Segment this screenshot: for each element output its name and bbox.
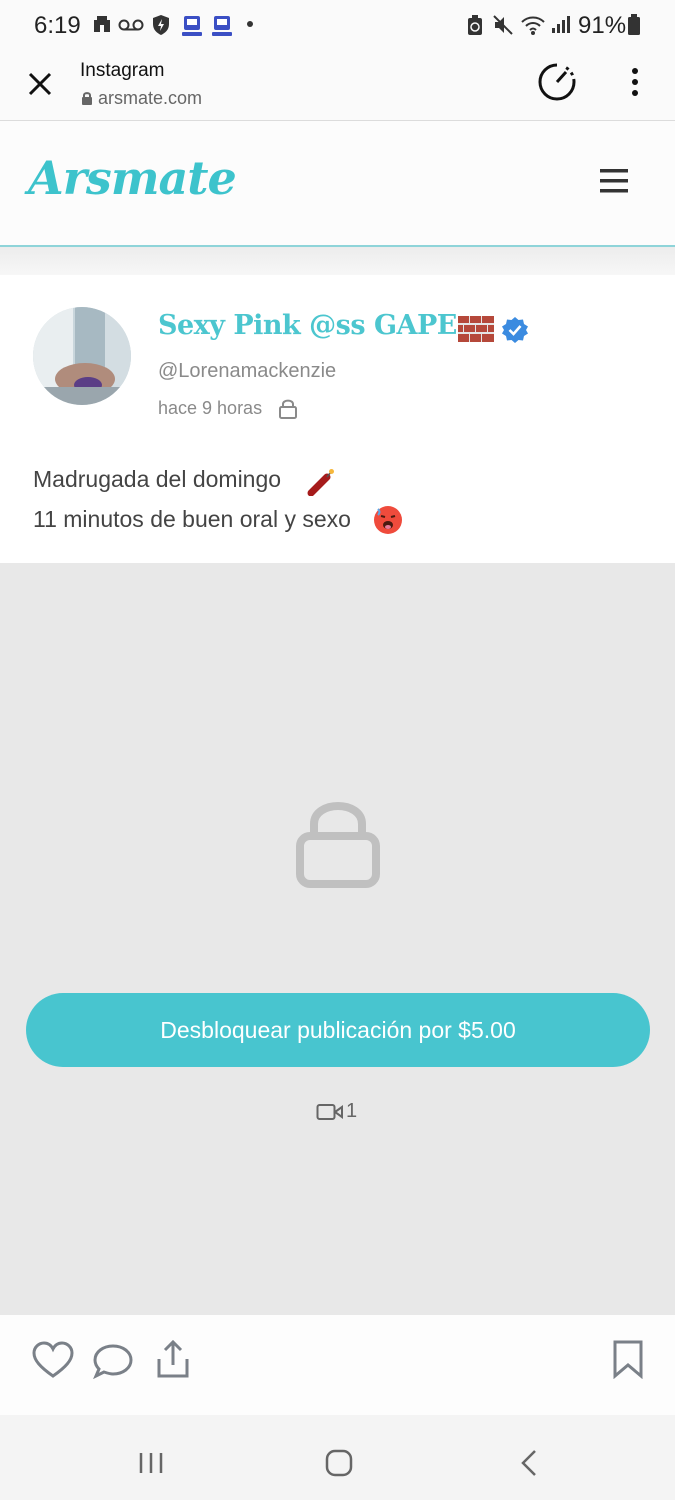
app-notification-icon <box>94 16 110 32</box>
battery-percentage: 91% <box>578 12 627 39</box>
locked-media <box>0 563 675 1315</box>
voicemail-icon <box>118 19 144 31</box>
status-bar: 6:19 91% <box>0 0 675 50</box>
username[interactable]: @Lorenamackenzie <box>158 360 336 383</box>
speed-gauge-icon[interactable] <box>537 62 577 102</box>
caption-line: Madrugada del domingo <box>33 466 282 492</box>
share-icon[interactable] <box>156 1339 190 1379</box>
video-count: 1 <box>346 1100 358 1122</box>
app-notification-icon <box>182 16 202 36</box>
firecracker-icon <box>307 469 334 496</box>
browser-toolbar: Instagram arsmate.com <box>0 50 675 121</box>
comment-icon[interactable] <box>92 1343 134 1379</box>
media-count: 1 <box>316 1100 357 1123</box>
display-name[interactable]: Sexy Pink @ss GAPE <box>158 310 457 341</box>
avatar[interactable] <box>33 307 131 405</box>
post-time: hace 9 horas <box>158 398 263 418</box>
video-icon <box>316 1103 343 1120</box>
post-actions <box>0 1315 675 1415</box>
battery-icon <box>628 14 640 35</box>
site-header: Arsmate <box>0 121 675 247</box>
header-separator <box>0 247 675 275</box>
brick-wall-icon <box>458 316 494 342</box>
hot-face-icon <box>374 506 402 534</box>
wifi-icon <box>521 16 545 35</box>
menu-icon[interactable] <box>598 167 630 195</box>
app-notification-icon <box>212 16 232 36</box>
recent-apps-icon[interactable] <box>137 1451 165 1475</box>
recycle-icon <box>468 15 482 35</box>
browser-title: Instagram <box>80 60 165 81</box>
lock-icon <box>279 399 297 419</box>
unlock-post-button[interactable]: Desbloquear publicación por $5.00 <box>26 993 650 1067</box>
verified-icon <box>502 317 528 343</box>
close-icon[interactable] <box>27 71 53 97</box>
home-icon[interactable] <box>325 1449 353 1477</box>
lock-icon <box>82 92 92 105</box>
bookmark-icon[interactable] <box>612 1339 644 1379</box>
more-options-icon[interactable] <box>628 66 642 98</box>
browser-url[interactable]: arsmate.com <box>98 88 202 109</box>
system-nav-bar <box>0 1415 675 1500</box>
caption-line: 11 minutos de buen oral y sexo <box>33 506 351 532</box>
heart-icon[interactable] <box>32 1341 74 1379</box>
mute-icon <box>493 15 513 35</box>
shield-icon <box>153 15 169 35</box>
more-notifications-icon <box>247 21 253 27</box>
lock-icon <box>296 802 380 888</box>
site-logo[interactable]: Arsmate <box>28 151 237 205</box>
status-time: 6:19 <box>34 12 81 39</box>
back-icon[interactable] <box>518 1449 540 1477</box>
signal-icon <box>552 16 570 33</box>
